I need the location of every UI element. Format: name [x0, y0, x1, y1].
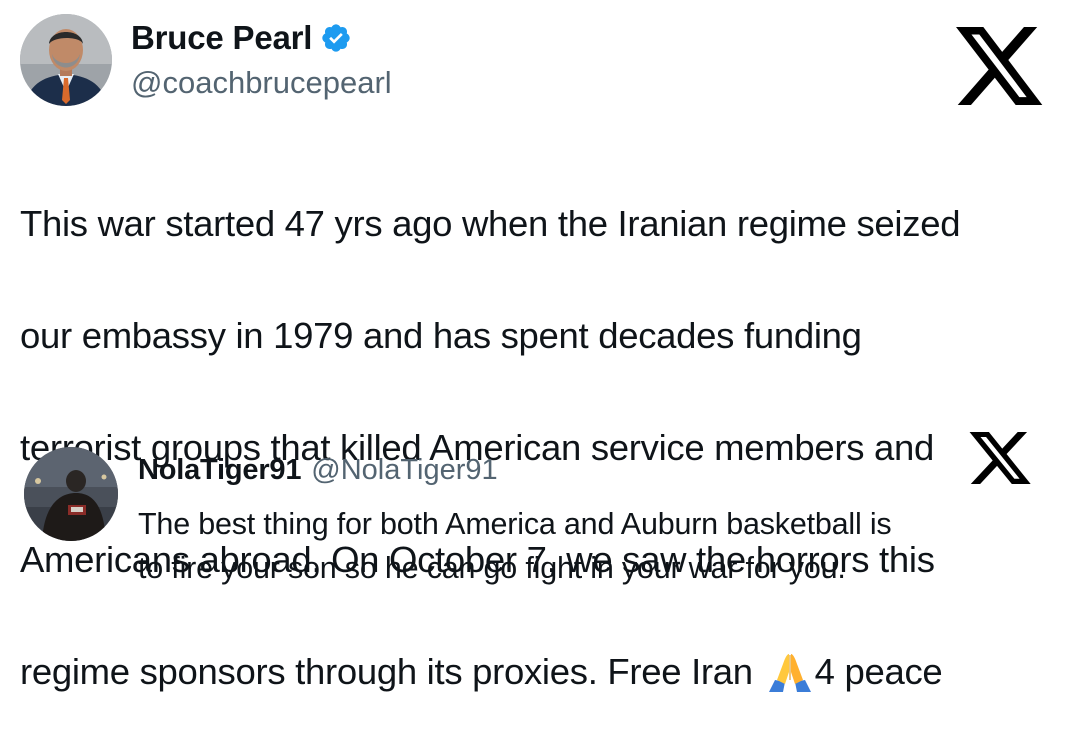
reply-author-row: NolaTiger91 @NolaTiger91 — [138, 450, 498, 490]
reply-text-line: to fire your son so he can go fight in y… — [138, 551, 846, 585]
avatar[interactable] — [20, 14, 112, 106]
verified-badge-icon — [320, 22, 352, 54]
tweet-text-segment: regime sponsors through its proxies. Fre… — [20, 651, 753, 692]
author-handle[interactable]: @coachbrucepearl — [131, 63, 392, 103]
reply-text-line: The best thing for both America and Aubu… — [138, 507, 892, 541]
author-name-row: Bruce Pearl — [131, 17, 352, 59]
tweet-text-line: our embassy in 1979 and has spent decade… — [20, 315, 862, 356]
x-logo-icon — [951, 18, 1047, 114]
author-name[interactable]: NolaTiger91 — [138, 454, 301, 487]
x-logo-icon — [966, 426, 1034, 490]
folded-hands-icon — [767, 650, 813, 692]
author-handle[interactable]: @NolaTiger91 — [311, 454, 497, 487]
avatar[interactable] — [24, 447, 118, 541]
reply-text: The best thing for both America and Aubu… — [138, 502, 1068, 590]
tweet-text-line: This war started 47 yrs ago when the Ira… — [20, 203, 961, 244]
tweet-text: This war started 47 yrs ago when the Ira… — [20, 140, 1072, 756]
tweet-text-segment: 4 peace — [814, 651, 943, 692]
tweet-text-line-last: regime sponsors through its proxies. Fre… — [20, 644, 1072, 700]
author-name[interactable]: Bruce Pearl — [131, 17, 312, 59]
